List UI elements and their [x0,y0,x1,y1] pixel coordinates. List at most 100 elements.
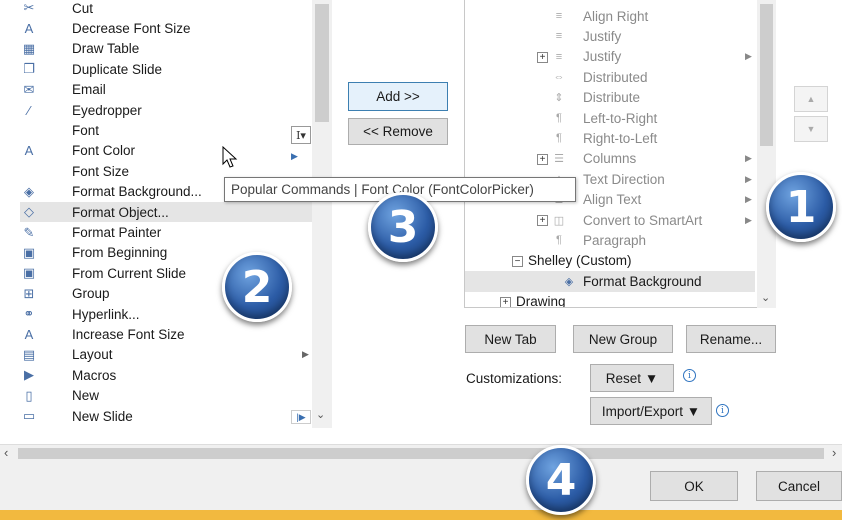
tree-item-label: Convert to SmartArt [583,212,703,228]
align-right-icon: ≡ [555,10,563,22]
new-slide-arrow-icon: |▶ [291,410,311,424]
tree-item[interactable]: ≡ Align Right [465,6,757,26]
commands-list[interactable]: ✂ Cut A Decrease Font Size ▦ Draw Table ❐ Dupli… [20,0,332,428]
tree-item[interactable]: ¶ Left-to-Right [465,108,757,128]
reset-info-icon[interactable]: i [683,369,696,382]
new-tab-button[interactable]: New Tab [465,325,556,353]
command-label: Decrease Font Size [72,21,191,37]
justify-icon: ≡ [555,30,563,43]
expand-icon[interactable]: + [500,296,511,307]
command-item[interactable]: A Decrease Font Size [20,18,312,38]
draw-table-icon: ▦ [22,40,36,56]
ribbon-tree-scroll-thumb[interactable] [760,4,773,146]
import-export-button[interactable]: Import/Export ▼ [590,397,712,425]
ribbon-tree[interactable]: ≡ Align Right ≡ Justify + ≡ Justify ▶ ⇔ Distribut… [464,0,776,308]
cancel-button[interactable]: Cancel [756,471,842,501]
customizations-label: Customizations: [466,371,563,386]
command-item[interactable]: ▦ Draw Table [20,39,312,59]
command-label: From Beginning [72,245,168,261]
tree-item[interactable]: + ☰ Columns ▶ [465,149,757,169]
command-label: From Current Slide [72,265,187,281]
macros-icon: ▶ [24,367,34,383]
tree-item[interactable]: ⇔ Distributed [465,67,757,87]
import-export-info-icon[interactable]: i [716,404,729,417]
accent-bar [0,510,842,520]
expand-icon[interactable]: + [537,215,548,226]
format-background-icon: ◈ [564,275,574,288]
command-item[interactable]: A Increase Font Size [20,324,312,344]
hyperlink-icon: ⚭ [23,306,35,322]
step-badge-2: 2 [222,252,292,322]
remove-button[interactable]: << Remove [348,118,448,145]
collapse-icon[interactable]: − [512,255,523,267]
tree-item-label: Align Right [583,8,649,24]
mouse-cursor-icon [222,146,238,168]
from-beginning-icon: ▣ [22,244,36,260]
command-item[interactable]: ✎ Format Painter [20,222,312,242]
submenu-arrow-icon: ▶ [745,51,752,62]
tree-item-label: Format Background [583,273,702,289]
tree-item[interactable]: + ≡ Justify ▶ [465,47,757,67]
ribbon-tree-scrollbar[interactable]: ⌄ [757,0,776,308]
group-icon: ⊞ [23,285,35,301]
submenu-arrow-icon: ▶ [745,194,752,205]
command-item[interactable]: Font [20,120,312,140]
rename-button[interactable]: Rename... [686,325,776,353]
command-item[interactable]: ✂ Cut [20,0,312,18]
tree-item[interactable]: ⇕ Distribute [465,88,757,108]
tree-item-label: Justify [583,29,622,45]
move-down-button[interactable]: ▼ [794,116,828,142]
reset-button[interactable]: Reset ▼ [590,364,674,392]
email-icon: ✉ [23,81,35,97]
commands-list-scroll-thumb[interactable] [315,4,329,122]
tree-scroll-down-icon[interactable]: ⌄ [761,291,770,304]
format-object-icon: ◇ [24,204,34,220]
step-badge-3: 3 [368,192,438,262]
command-label: Increase Font Size [72,327,185,343]
ok-button[interactable]: OK [650,471,738,501]
scroll-left-arrow-icon[interactable]: ‹ [4,445,8,460]
horizontal-scrollbar[interactable]: ‹ › [0,444,842,461]
command-label: Duplicate Slide [72,61,163,77]
command-label: Hyperlink... [72,306,140,322]
tree-item[interactable]: + ◫ Convert to SmartArt ▶ [465,210,757,230]
font-picker-icon: I▾ [291,126,311,144]
horizontal-scroll-thumb[interactable] [18,448,824,459]
expand-icon[interactable]: + [537,153,548,165]
commands-list-scrollbar[interactable]: ⌄ [312,0,332,428]
scroll-right-arrow-icon[interactable]: › [832,445,836,460]
command-label: Font Color [72,143,136,159]
command-label: Format Object... [72,204,169,220]
submenu-arrow-icon: ▶ [302,349,309,360]
tree-item-label: Distribute [583,90,641,106]
command-label: Draw Table [72,41,140,57]
tree-item[interactable]: ≡ Justify [465,26,757,46]
tree-item[interactable]: ¶ Paragraph [465,230,757,250]
tree-item-label: Align Text [583,192,642,208]
add-button[interactable]: Add >> [348,82,448,111]
new-group-button[interactable]: New Group [573,325,673,353]
command-item[interactable]: ▯ New [20,386,312,406]
move-up-button[interactable]: ▲ [794,86,828,112]
expand-icon[interactable]: + [537,51,548,63]
tree-item[interactable]: − Shelley (Custom) [465,251,757,271]
command-item[interactable]: ▤ Layout ▶ [20,345,312,365]
tree-item[interactable]: ¶ Right-to-Left [465,128,757,148]
tree-item[interactable]: ◈ Format Background [465,271,755,292]
command-item[interactable]: ▭ New Slide [20,406,312,426]
command-label: Layout [72,347,113,363]
tree-item[interactable]: + Drawing [465,292,757,307]
submenu-arrow-icon: ▶ [745,214,752,225]
command-item[interactable]: ⁄ Eyedropper [20,100,312,120]
command-item[interactable]: ✉ Email [20,80,312,100]
dialog-footer: OK Cancel [0,461,842,510]
command-item[interactable]: ▶ Macros [20,365,312,385]
command-item[interactable]: ❐ Duplicate Slide [20,59,312,79]
command-label: New [72,388,100,404]
scroll-down-arrow-icon[interactable]: ⌄ [316,408,325,421]
command-item[interactable]: ◇ Format Object... [20,202,312,223]
command-label: Font [72,123,100,139]
command-item[interactable]: A Font Color [20,141,312,161]
justify-icon: ≡ [555,50,563,63]
command-label: Macros [72,367,117,383]
